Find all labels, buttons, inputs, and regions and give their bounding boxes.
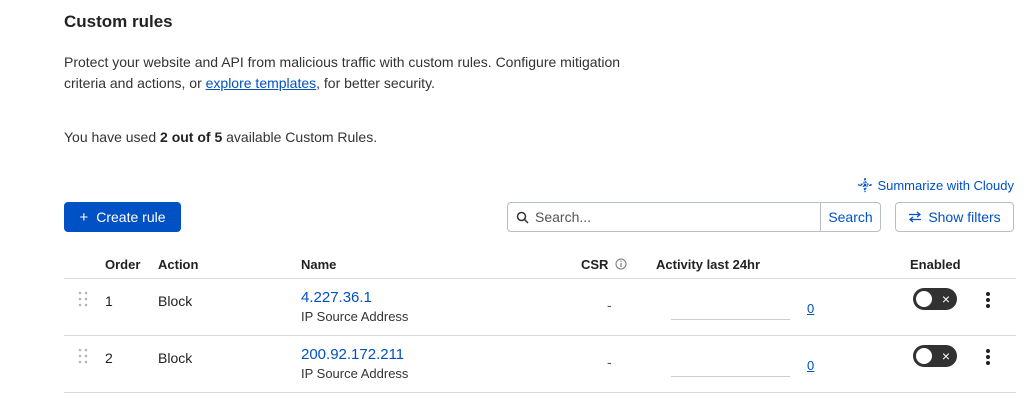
custom-rules-page: Custom rules Protect your website and AP… xyxy=(64,0,1016,397)
explore-templates-link[interactable]: explore templates xyxy=(206,75,317,91)
rule-csr: - xyxy=(607,297,612,313)
usage-prefix: You have used xyxy=(64,129,161,145)
rule-action: Block xyxy=(158,293,193,309)
column-name: Name xyxy=(301,257,337,272)
usage-suffix: available Custom Rules. xyxy=(222,129,378,145)
description-text-end: , for better security. xyxy=(316,75,435,91)
column-enabled: Enabled xyxy=(910,257,961,272)
search-icon xyxy=(516,211,529,224)
page-description: Protect your website and API from malici… xyxy=(64,52,644,94)
table-row: 1 Block 4.227.36.1 IP Source Address - 0… xyxy=(64,279,1016,336)
search-input[interactable] xyxy=(533,203,820,231)
rule-name-cell: 200.92.172.211 IP Source Address xyxy=(301,346,408,382)
show-filters-label: Show filters xyxy=(928,209,1001,225)
drag-handle-icon[interactable] xyxy=(78,291,88,307)
summarize-with-cloudy-link[interactable]: Summarize with Cloudy xyxy=(857,177,1014,193)
enabled-toggle[interactable]: × xyxy=(913,345,957,367)
sparkle-icon xyxy=(858,177,873,193)
enabled-toggle[interactable]: × xyxy=(913,288,957,310)
rule-order: 2 xyxy=(105,350,113,366)
rule-name-link[interactable]: 4.227.36.1 xyxy=(301,289,408,307)
cloudy-label: Summarize with Cloudy xyxy=(877,177,1014,193)
usage-summary: You have used 2 out of 5 available Custo… xyxy=(64,129,377,145)
rule-name-cell: 4.227.36.1 IP Source Address xyxy=(301,289,408,325)
create-rule-button[interactable]: + Create rule xyxy=(64,202,181,232)
activity-sparkline xyxy=(671,376,790,377)
table-header: Order Action Name CSR Activity last 24hr… xyxy=(64,248,1016,279)
rule-csr: - xyxy=(607,354,612,370)
column-order[interactable]: Order xyxy=(105,257,140,272)
rule-subtitle: IP Source Address xyxy=(301,366,409,381)
activity-count-link[interactable]: 0 xyxy=(807,301,814,316)
rule-name-link[interactable]: 200.92.172.211 xyxy=(301,346,408,364)
more-options-icon[interactable] xyxy=(982,289,994,311)
table-row: 2 Block 200.92.172.211 IP Source Address… xyxy=(64,336,1016,393)
search-box: Search xyxy=(507,202,881,232)
x-icon: × xyxy=(941,291,950,307)
toggle-knob xyxy=(916,291,932,307)
drag-handle-icon[interactable] xyxy=(78,348,88,364)
page-title: Custom rules xyxy=(64,12,173,31)
rule-action: Block xyxy=(158,350,193,366)
info-icon[interactable] xyxy=(615,258,627,270)
column-action: Action xyxy=(158,257,199,272)
rule-subtitle: IP Source Address xyxy=(301,309,409,324)
usage-count: 2 out of 5 xyxy=(160,129,223,145)
more-options-icon[interactable] xyxy=(982,346,994,368)
plus-icon: + xyxy=(79,208,89,226)
column-csr-label: CSR xyxy=(581,257,609,272)
column-activity: Activity last 24hr xyxy=(656,257,761,272)
search-button[interactable]: Search xyxy=(820,203,880,231)
show-filters-button[interactable]: Show filters xyxy=(895,202,1014,232)
activity-count-link[interactable]: 0 xyxy=(807,358,814,373)
column-csr: CSR xyxy=(581,257,627,272)
create-rule-label: Create rule xyxy=(96,209,166,225)
activity-sparkline xyxy=(671,319,790,320)
rule-order: 1 xyxy=(105,293,113,309)
toggle-knob xyxy=(916,348,932,364)
rules-table: Order Action Name CSR Activity last 24hr… xyxy=(64,248,1016,393)
x-icon: × xyxy=(941,348,950,364)
swap-arrows-icon xyxy=(909,211,922,223)
